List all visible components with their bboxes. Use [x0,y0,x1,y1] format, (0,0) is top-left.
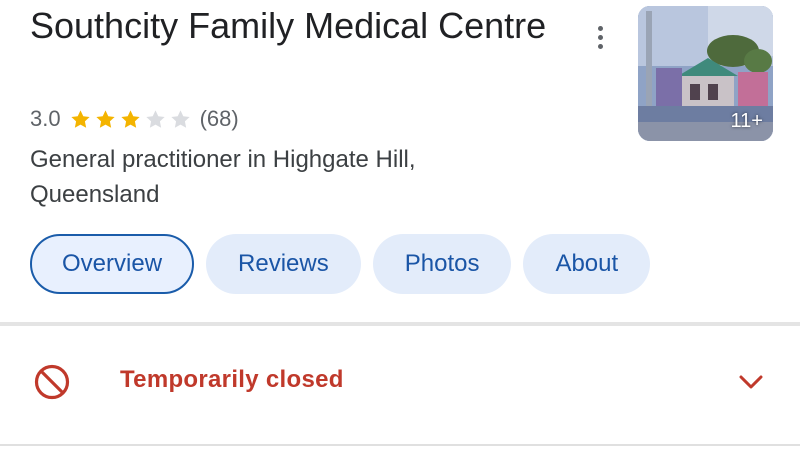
prohibited-icon [34,364,70,400]
review-count-link[interactable]: (68) [200,106,239,132]
place-photo-thumbnail[interactable]: 11+ [638,6,773,141]
tab-reviews[interactable]: Reviews [206,234,361,294]
star-filled-icon [120,109,140,128]
status-label: Temporarily closed [120,366,344,393]
star-filled-icon [70,109,90,128]
section-divider-bottom [0,444,800,446]
star-empty-icon [145,109,165,128]
star-rating [69,108,192,131]
chevron-down-icon[interactable] [738,373,764,391]
more-vert-icon [597,25,603,31]
photo-count: 11+ [730,110,763,132]
tab-photos[interactable]: Photos [372,234,512,294]
star-filled-icon [95,109,115,128]
more-vert-icon-dot [597,34,603,40]
place-category: General practitioner in Highgate Hill, Q… [30,146,416,208]
rating-row: 3.0 (68) [30,104,239,134]
tab-about[interactable]: About [523,234,651,294]
place-title: Southcity Family Medical Centre [30,5,547,46]
tab-bar: Overview Reviews Photos About [30,234,651,294]
more-vert-icon-dot [597,43,603,49]
rating-value: 3.0 [30,106,61,131]
status-row[interactable]: Temporarily closed [0,326,800,444]
star-empty-icon [170,109,190,128]
tab-overview[interactable]: Overview [30,234,195,294]
more-options-button[interactable] [586,20,614,54]
